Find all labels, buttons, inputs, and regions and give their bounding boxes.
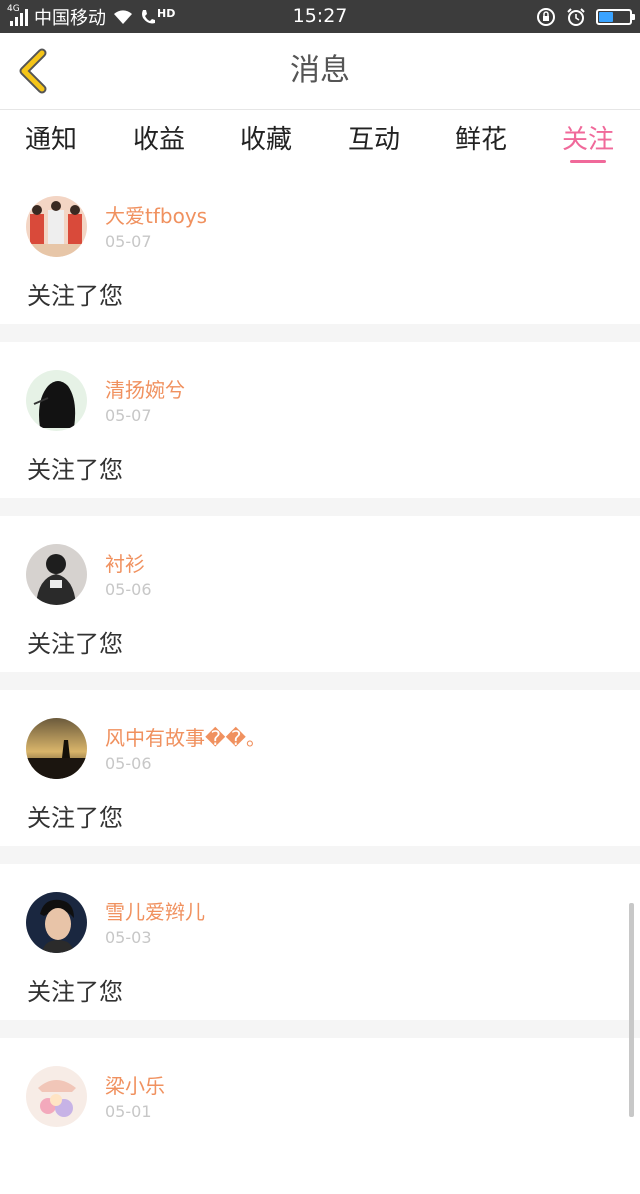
follower-name[interactable]: 雪儿爱辫儿 bbox=[105, 896, 205, 925]
scrollbar[interactable] bbox=[629, 903, 634, 1117]
follower-name[interactable]: 大爱tfboys bbox=[105, 200, 207, 229]
tab-earnings[interactable]: 收益 bbox=[119, 120, 199, 160]
message-date: 05-07 bbox=[105, 232, 152, 251]
tab-notification[interactable]: 通知 bbox=[11, 120, 91, 160]
list-item[interactable]: 雪儿爱辫儿 05-03 关注了您 bbox=[0, 864, 640, 1020]
top-app-bar: 消息 bbox=[0, 33, 640, 110]
list-item[interactable]: 清扬婉兮 05-07 关注了您 bbox=[0, 342, 640, 498]
tab-favorites[interactable]: 收藏 bbox=[226, 120, 306, 160]
avatar[interactable] bbox=[26, 892, 87, 953]
divider bbox=[0, 672, 640, 690]
list-item[interactable]: 梁小乐 05-01 bbox=[0, 1038, 640, 1194]
message-text: 关注了您 bbox=[27, 978, 123, 1006]
message-date: 05-07 bbox=[105, 406, 152, 425]
battery-icon bbox=[596, 8, 635, 25]
tab-follow[interactable]: 关注 bbox=[548, 120, 628, 160]
status-bar: 4G 中国移动 HD 15:27 bbox=[0, 0, 640, 33]
follower-name[interactable]: 衬衫 bbox=[105, 548, 145, 577]
tab-flowers[interactable]: 鲜花 bbox=[441, 120, 521, 160]
message-date: 05-03 bbox=[105, 928, 152, 947]
message-text: 关注了您 bbox=[27, 804, 123, 832]
list-item[interactable]: 大爱tfboys 05-07 关注了您 bbox=[0, 168, 640, 324]
follower-name[interactable]: 清扬婉兮 bbox=[105, 374, 185, 403]
battery-level bbox=[599, 11, 613, 22]
message-date: 05-06 bbox=[105, 580, 152, 599]
avatar[interactable] bbox=[26, 196, 87, 257]
avatar[interactable] bbox=[26, 718, 87, 779]
message-text: 关注了您 bbox=[27, 630, 123, 658]
rotation-lock-icon bbox=[537, 7, 555, 26]
avatar[interactable] bbox=[26, 370, 87, 431]
message-tabs: 通知 收益 收藏 互动 鲜花 关注 bbox=[0, 110, 640, 168]
status-right bbox=[536, 0, 635, 33]
follow-message-list: 大爱tfboys 05-07 关注了您 清扬婉兮 05-07 关注了您 衬衫 0… bbox=[0, 168, 640, 1194]
divider bbox=[0, 1020, 640, 1038]
follower-name[interactable]: 梁小乐 bbox=[105, 1070, 165, 1099]
tab-interaction[interactable]: 互动 bbox=[334, 120, 414, 160]
active-tab-indicator bbox=[570, 160, 606, 163]
divider bbox=[0, 324, 640, 342]
message-text: 关注了您 bbox=[27, 282, 123, 310]
divider bbox=[0, 498, 640, 516]
page-title: 消息 bbox=[290, 53, 350, 88]
list-item[interactable]: 风中有故事��。 05-06 关注了您 bbox=[0, 690, 640, 846]
message-date: 05-06 bbox=[105, 754, 152, 773]
message-date: 05-01 bbox=[105, 1102, 152, 1121]
avatar[interactable] bbox=[26, 544, 87, 605]
list-item[interactable]: 衬衫 05-06 关注了您 bbox=[0, 516, 640, 672]
message-text: 关注了您 bbox=[27, 456, 123, 484]
divider bbox=[0, 846, 640, 864]
avatar[interactable] bbox=[26, 1066, 87, 1127]
follower-name[interactable]: 风中有故事��。 bbox=[105, 722, 266, 751]
alarm-icon bbox=[567, 7, 585, 26]
